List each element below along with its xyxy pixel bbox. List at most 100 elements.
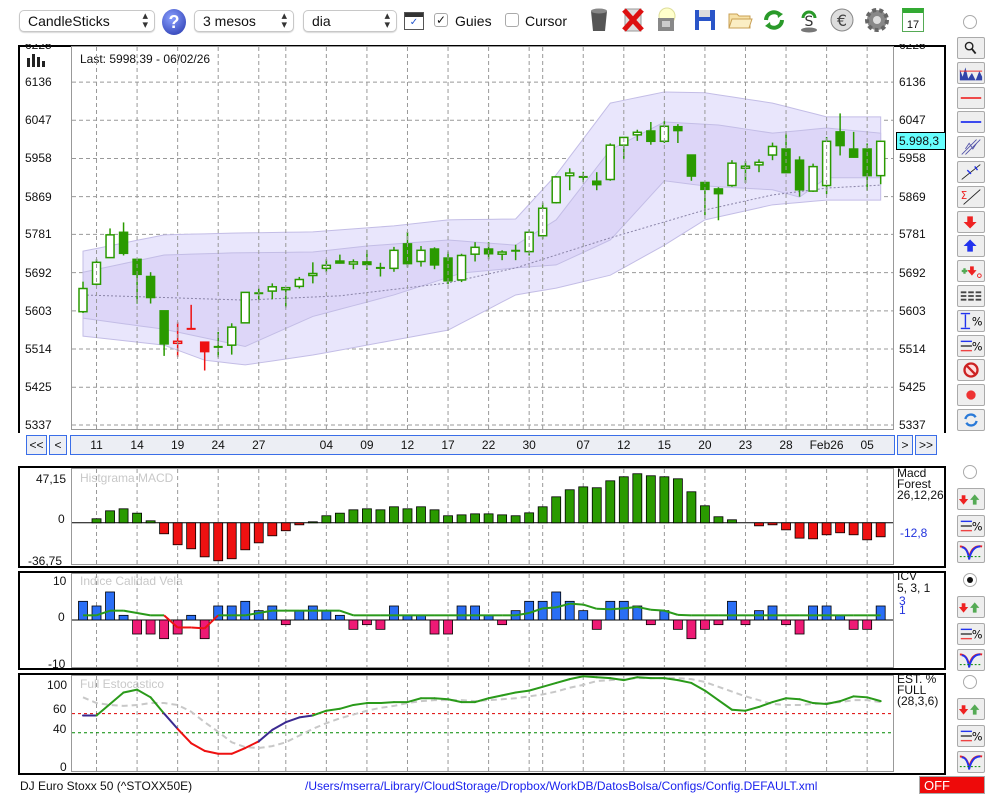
percent-lines-button[interactable]: % [957, 724, 985, 747]
curve-button[interactable] [957, 649, 985, 671]
chevron-updown-icon: ▴ ▾ [281, 10, 287, 31]
calendar-icon[interactable]: 17 [902, 8, 924, 32]
dashed-lines-button[interactable] [957, 285, 985, 307]
icv-legend-value-2: 1 [899, 603, 906, 617]
delete-icon[interactable] [619, 6, 647, 34]
alert-arrows-button[interactable] [957, 698, 985, 720]
config-path-link[interactable]: /Users/mserra/Library/CloudStorage/Dropb… [305, 779, 817, 793]
database-lamp-icon[interactable] [652, 6, 680, 34]
nav-last-button[interactable]: >> [915, 435, 937, 455]
macd-last-value: -12,8 [900, 526, 928, 540]
curve-button[interactable] [957, 751, 985, 773]
stoch-tick-40: 40 [53, 722, 67, 736]
blue-up-arrow-button[interactable] [957, 235, 985, 258]
date-tick-label: 28 [779, 438, 793, 452]
help-icon[interactable]: ? [162, 9, 186, 35]
alert-arrows-icon [958, 494, 980, 505]
refresh-icon[interactable] [760, 6, 788, 34]
price-tick-label: 6047 [899, 113, 926, 128]
icv-tick-zero: 0 [58, 610, 65, 624]
icv-plot-area[interactable] [71, 573, 894, 668]
svg-text:S: S [805, 14, 814, 30]
dollar-sync-icon[interactable]: S [795, 6, 823, 34]
price-tick-label: 5781 [899, 227, 926, 242]
date-tick-label: 23 [738, 438, 753, 452]
price-tick-label: 5692 [899, 265, 926, 280]
percent-lines-button[interactable]: % [957, 334, 985, 357]
price-tick-label: 5603 [25, 303, 52, 318]
red-dot-icon [966, 390, 976, 400]
chart-window-icon[interactable]: ✓ [404, 12, 424, 30]
icv-panel-radio[interactable] [963, 573, 977, 587]
red-down-arrow-icon [963, 216, 977, 229]
no-entry-button[interactable] [957, 359, 985, 382]
percent-range-button[interactable]: % [957, 309, 985, 332]
gear-icon[interactable] [863, 6, 891, 34]
period-select[interactable]: 3 mesos ▴ ▾ [194, 10, 294, 32]
save-icon[interactable] [691, 6, 719, 34]
bar-chart-icon[interactable] [27, 53, 45, 67]
alert-arrows-button[interactable] [957, 488, 985, 510]
guides-checkbox[interactable]: ✓ [434, 13, 448, 27]
price-tick-label: 5603 [899, 303, 926, 318]
macd-title: Histgrama MACD [80, 471, 174, 485]
main-panel-radio[interactable] [963, 15, 977, 29]
date-axis[interactable]: 11 14 19 24 27 04 09 12 17 22 30 07 12 15 20 23 28 Feb26 0… [70, 435, 895, 455]
interval-select[interactable]: dia ▴ ▾ [303, 10, 397, 32]
nav-first-button[interactable]: << [26, 435, 47, 455]
refresh-icon [964, 413, 978, 427]
percent-lines-button[interactable]: % [957, 622, 985, 645]
euro-icon[interactable]: € [828, 6, 856, 34]
percent-lines-button[interactable]: % [957, 514, 985, 537]
blue-up-arrow-icon [963, 239, 977, 252]
chart-type-value: CandleSticks [28, 13, 110, 29]
date-tick-label: 12 [617, 438, 631, 452]
trendline-button[interactable] [957, 161, 985, 183]
trash-icon[interactable] [585, 6, 613, 34]
chevron-updown-icon: ▴ ▾ [142, 10, 148, 31]
refresh-button[interactable] [957, 409, 985, 431]
status-off-button[interactable]: OFF [919, 776, 985, 794]
svg-text:%: % [972, 730, 983, 743]
icv-tick-max: 10 [53, 574, 67, 588]
red-dot-button[interactable] [957, 384, 985, 407]
stochastic-plot-area[interactable] [71, 675, 894, 772]
channel-button[interactable] [957, 136, 985, 159]
price-tick-label: 5958 [25, 151, 52, 166]
icv-title: Indice Calidad Vela [80, 574, 183, 588]
percent-lines-icon: % [960, 730, 983, 743]
alert-arrows-button[interactable] [957, 596, 985, 618]
price-tick-label: 5869 [899, 189, 926, 204]
macd-tick-max: 47,15 [36, 472, 67, 486]
no-entry-icon [963, 362, 979, 379]
add-alert-button[interactable] [957, 260, 985, 283]
volume-chart-icon [959, 67, 983, 81]
price-tick-label: 5514 [899, 342, 926, 357]
magnifier-button[interactable] [957, 37, 985, 59]
open-folder-icon[interactable] [726, 6, 754, 34]
curve-icon [959, 545, 983, 560]
stoch-tick-60: 60 [53, 702, 67, 716]
cursor-checkbox[interactable] [505, 13, 519, 27]
blue-line-button[interactable] [957, 111, 985, 134]
date-tick-label: 09 [360, 438, 374, 452]
curve-button[interactable] [957, 541, 985, 563]
stochastic-panel-radio[interactable] [963, 675, 977, 689]
nav-next-button[interactable]: > [897, 435, 913, 455]
nav-prev-button[interactable]: < [49, 435, 67, 455]
date-tick-label: 11 [90, 438, 103, 452]
price-tick-label: 5337 [899, 418, 926, 432]
price-plot-area[interactable] [71, 46, 894, 430]
percent-lines-icon: % [960, 520, 983, 533]
chart-type-select[interactable]: CandleSticks ▴ ▾ [19, 10, 155, 32]
macd-panel-radio[interactable] [963, 465, 977, 479]
red-down-arrow-button[interactable] [957, 210, 985, 233]
svg-text:%: % [972, 340, 983, 353]
red-line-button[interactable] [957, 86, 985, 109]
price-tick-label: 5425 [25, 380, 52, 395]
macd-plot-area[interactable] [71, 468, 894, 565]
price-tick-label: 5781 [25, 227, 52, 242]
sigma-trendline-icon: Σ [961, 189, 981, 205]
sigma-trendline-button[interactable]: Σ [957, 185, 985, 208]
volume-chart-button[interactable] [957, 61, 985, 84]
